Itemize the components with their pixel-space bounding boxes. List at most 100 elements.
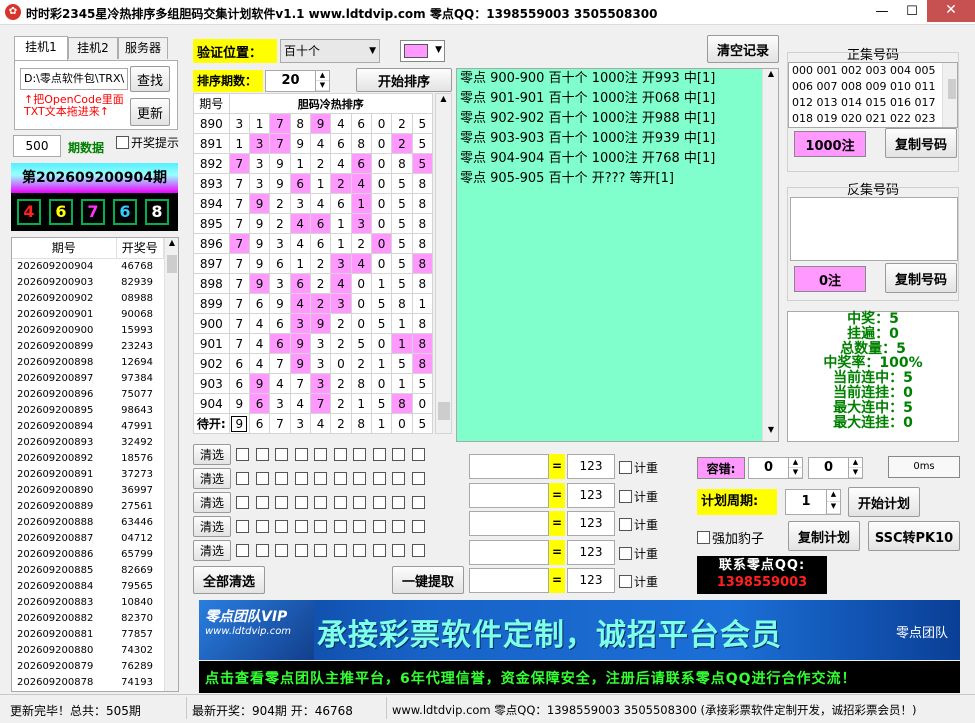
digit-select-checkbox[interactable] — [353, 472, 366, 485]
digit-select-checkbox[interactable] — [353, 544, 366, 557]
formula-input[interactable] — [469, 539, 549, 565]
digit-select-checkbox[interactable] — [353, 520, 366, 533]
path-input[interactable]: D:\零点软件包\TRX\ — [20, 68, 128, 90]
digit-select-checkbox[interactable] — [333, 472, 347, 485]
digit-select-checkbox[interactable] — [411, 520, 425, 533]
digit-select-checkbox[interactable] — [236, 472, 249, 485]
history-row[interactable]: 202609200895 98643 — [12, 402, 164, 418]
clear-row-button[interactable]: 清选 — [193, 468, 231, 489]
copy-positive-button[interactable]: 复制号码 — [885, 128, 957, 158]
history-row[interactable]: 202609200887 04712 — [12, 530, 164, 546]
history-row[interactable]: 202609200902 08988 — [12, 290, 164, 306]
digit-select-checkbox[interactable] — [236, 520, 249, 533]
grid-pending-cell[interactable]: 0 — [391, 413, 413, 434]
digit-select-checkbox[interactable] — [236, 448, 249, 461]
digit-select-checkbox[interactable] — [255, 496, 269, 509]
formula-value[interactable]: 123 — [567, 482, 615, 508]
digit-select-checkbox[interactable] — [255, 448, 269, 461]
recount-checkbox[interactable]: 计重 — [619, 488, 658, 505]
history-row[interactable]: 202609200898 12694 — [12, 354, 164, 370]
formula-input[interactable] — [469, 511, 549, 536]
digit-select-checkbox[interactable] — [275, 448, 288, 461]
history-row[interactable]: 202609200903 82939 — [12, 274, 164, 290]
grid-pending-cell[interactable]: 4 — [309, 413, 332, 434]
sort-periods-stepper[interactable]: 20 ▲ ▼ — [265, 70, 330, 92]
grid-pending-cell[interactable]: 5 — [411, 413, 434, 434]
digit-select-checkbox[interactable] — [275, 544, 288, 557]
history-row[interactable]: 202609200901 90068 — [12, 306, 164, 322]
clear-row-button[interactable]: 清选 — [193, 540, 231, 561]
digit-select-checkbox[interactable] — [372, 448, 386, 461]
digit-select-checkbox[interactable] — [236, 496, 249, 509]
copy-negative-button[interactable]: 复制号码 — [885, 263, 957, 293]
digit-select-checkbox[interactable] — [314, 520, 327, 533]
grid-pending-cell[interactable]: 1 — [370, 413, 393, 434]
formula-input[interactable] — [469, 568, 549, 593]
digit-select-checkbox[interactable] — [372, 472, 386, 485]
digit-select-checkbox[interactable] — [353, 496, 366, 509]
digit-select-checkbox[interactable] — [294, 520, 308, 533]
force-leopard-checkbox[interactable]: 强加豹子 — [697, 528, 764, 547]
tolerance-stepper-2[interactable]: 0 ▲ ▼ — [808, 457, 863, 479]
digit-select-checkbox[interactable] — [255, 544, 269, 557]
digit-select-checkbox[interactable] — [392, 448, 405, 461]
grid-pending-cell[interactable]: 9 — [228, 413, 250, 434]
digit-select-checkbox[interactable] — [275, 520, 288, 533]
digit-select-checkbox[interactable] — [392, 472, 405, 485]
tolerance-stepper-1[interactable]: 0 ▲ ▼ — [748, 457, 803, 479]
negative-set-numbers[interactable] — [790, 197, 958, 261]
digit-select-checkbox[interactable] — [333, 448, 347, 461]
contact-panel[interactable]: 联系零点QQ: 1398559003 — [697, 556, 827, 594]
digit-select-checkbox[interactable] — [294, 472, 308, 485]
history-row[interactable]: 202609200893 32492 — [12, 434, 164, 450]
digit-select-checkbox[interactable] — [255, 472, 269, 485]
formula-value[interactable]: 123 — [567, 568, 615, 593]
history-row[interactable]: 202609200891 37273 — [12, 466, 164, 482]
history-row[interactable]: 202609200899 23243 — [12, 338, 164, 354]
clear-row-button[interactable]: 清选 — [193, 444, 231, 465]
recount-checkbox[interactable]: 计重 — [619, 573, 658, 590]
digit-select-checkbox[interactable] — [294, 544, 308, 557]
grid-pending-cell[interactable]: 6 — [248, 413, 271, 434]
close-icon[interactable]: ✕ — [927, 0, 975, 22]
ad-banner[interactable]: 零点团队VIP www.ldtdvip.com 承接彩票软件定制，诚招平台会员 … — [199, 600, 960, 660]
recount-checkbox[interactable]: 计重 — [619, 516, 658, 533]
digit-select-checkbox[interactable] — [372, 544, 386, 557]
history-row[interactable]: 202609200890 36997 — [12, 482, 164, 498]
digit-select-checkbox[interactable] — [333, 544, 347, 557]
clear-row-button[interactable]: 清选 — [193, 516, 231, 537]
clear-row-button[interactable]: 清选 — [193, 492, 231, 513]
digit-select-checkbox[interactable] — [333, 496, 347, 509]
history-row[interactable]: 202609200880 74302 — [12, 642, 164, 658]
log-scrollbar[interactable]: ▲ ▼ — [762, 69, 778, 441]
digit-select-checkbox[interactable] — [294, 496, 308, 509]
digit-select-checkbox[interactable] — [314, 448, 327, 461]
tab-server[interactable]: 服务器 — [118, 37, 168, 59]
extract-button[interactable]: 一键提取 — [392, 566, 464, 594]
digit-select-checkbox[interactable] — [314, 472, 327, 485]
digit-select-checkbox[interactable] — [236, 544, 249, 557]
history-scrollbar[interactable]: ▲ — [164, 238, 178, 691]
recount-checkbox[interactable]: 计重 — [619, 545, 658, 562]
history-row[interactable]: 202609200878 74193 — [12, 674, 164, 690]
formula-value[interactable]: 123 — [567, 511, 615, 536]
recount-checkbox[interactable]: 计重 — [619, 459, 658, 476]
digit-select-checkbox[interactable] — [353, 448, 366, 461]
verify-position-select[interactable]: 百十个 ▼ — [280, 39, 380, 63]
grid-scrollbar[interactable]: ▲ — [435, 93, 452, 434]
digit-select-checkbox[interactable] — [392, 544, 405, 557]
clear-all-button[interactable]: 全部清选 — [193, 566, 265, 594]
history-row[interactable]: 202609200897 97384 — [12, 370, 164, 386]
tab-guaji1[interactable]: 挂机1 — [14, 36, 68, 60]
history-row[interactable]: 202609200883 10840 — [12, 594, 164, 610]
plan-cycle-stepper[interactable]: 1 ▲ ▼ — [785, 489, 841, 515]
formula-input[interactable] — [469, 482, 549, 508]
digit-select-checkbox[interactable] — [275, 472, 288, 485]
ssc-to-pk10-button[interactable]: SSC转PK10 — [868, 521, 960, 551]
grid-pending-cell[interactable]: 7 — [269, 413, 291, 434]
history-row[interactable]: 202609200889 27561 — [12, 498, 164, 514]
clear-log-button[interactable]: 清空记录 — [707, 35, 779, 63]
history-row[interactable]: 202609200885 82669 — [12, 562, 164, 578]
formula-value[interactable]: 123 — [567, 454, 615, 479]
digit-select-checkbox[interactable] — [372, 496, 386, 509]
